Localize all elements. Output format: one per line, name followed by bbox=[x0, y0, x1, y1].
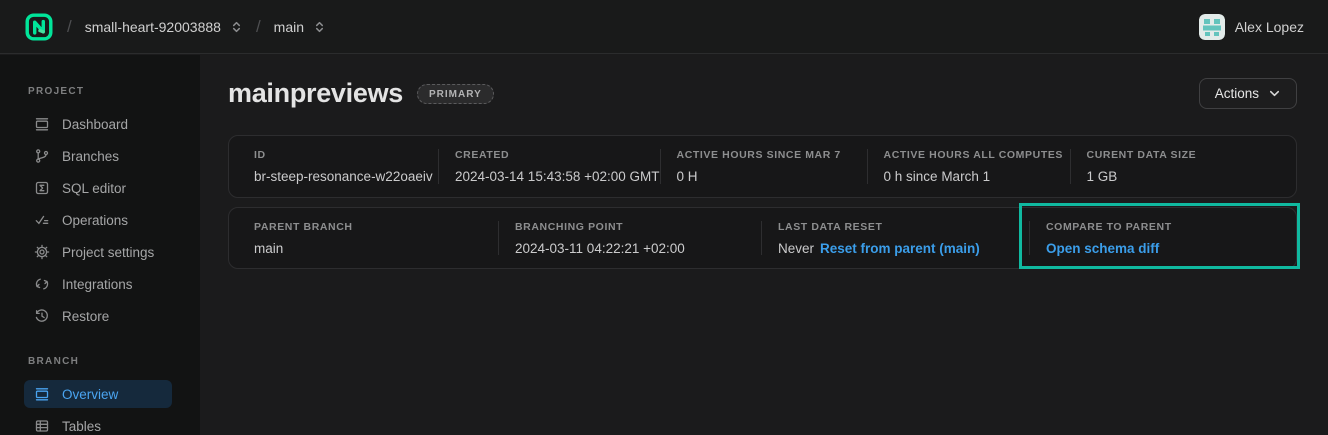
branch-meta-card: ID br-steep-resonance-w22oaeiv CREATED 2… bbox=[228, 135, 1297, 198]
sidebar-item-tables[interactable]: Tables bbox=[24, 412, 172, 435]
field-label: CREATED bbox=[455, 149, 660, 161]
field-value: 2024-03-14 15:43:58 +02:00 GMT bbox=[455, 169, 660, 184]
field-current-data-size: CURENT DATA SIZE 1 GB bbox=[1070, 149, 1296, 184]
project-name: small-heart-92003888 bbox=[85, 19, 221, 35]
breadcrumb-separator: / bbox=[67, 17, 72, 37]
field-active-hours-since: ACTIVE HOURS SINCE MAR 7 0 H bbox=[660, 149, 867, 184]
field-created: CREATED 2024-03-14 15:43:58 +02:00 GMT bbox=[438, 149, 660, 184]
settings-gear-icon bbox=[34, 244, 50, 260]
page-header: mainpreviews PRIMARY Actions bbox=[228, 78, 1297, 109]
sidebar-item-label: Project settings bbox=[62, 245, 154, 260]
sidebar-item-integrations[interactable]: Integrations bbox=[24, 270, 172, 298]
sidebar-section-branch: BRANCH bbox=[28, 356, 200, 367]
page-title: mainpreviews bbox=[228, 78, 403, 109]
field-value: main bbox=[254, 241, 498, 256]
field-id: ID br-steep-resonance-w22oaeiv bbox=[229, 149, 438, 184]
overview-icon bbox=[34, 386, 50, 402]
breadcrumb-branch-selector[interactable]: main bbox=[274, 19, 326, 35]
user-menu[interactable]: Alex Lopez bbox=[1199, 14, 1304, 40]
sidebar-item-overview[interactable]: Overview bbox=[24, 380, 172, 408]
sql-editor-icon bbox=[34, 180, 50, 196]
tables-icon bbox=[34, 418, 50, 434]
neon-logo-icon[interactable] bbox=[24, 12, 54, 42]
actions-button-label: Actions bbox=[1215, 86, 1259, 101]
field-label: PARENT BRANCH bbox=[254, 221, 498, 233]
field-value: 1 GB bbox=[1087, 169, 1296, 184]
branch-parent-card: PARENT BRANCH main BRANCHING POINT 2024-… bbox=[228, 207, 1297, 269]
operations-icon bbox=[34, 212, 50, 228]
sidebar-item-label: Overview bbox=[62, 387, 118, 402]
sidebar-item-operations[interactable]: Operations bbox=[24, 206, 172, 234]
sidebar-item-sql-editor[interactable]: SQL editor bbox=[24, 174, 172, 202]
sidebar-item-restore[interactable]: Restore bbox=[24, 302, 172, 330]
sidebar-item-dashboard[interactable]: Dashboard bbox=[24, 110, 172, 138]
reset-from-parent-link[interactable]: Reset from parent (main) bbox=[820, 241, 980, 256]
field-label: LAST DATA RESET bbox=[778, 221, 1029, 233]
primary-badge: PRIMARY bbox=[417, 84, 494, 104]
sidebar-item-label: Dashboard bbox=[62, 117, 128, 132]
sidebar-item-branches[interactable]: Branches bbox=[24, 142, 172, 170]
restore-clock-icon bbox=[34, 308, 50, 324]
avatar bbox=[1199, 14, 1225, 40]
sidebar-item-project-settings[interactable]: Project settings bbox=[24, 238, 172, 266]
sidebar-item-label: Restore bbox=[62, 309, 109, 324]
branch-name: main bbox=[274, 19, 304, 35]
field-label: ACTIVE HOURS SINCE MAR 7 bbox=[677, 149, 867, 161]
field-label: ID bbox=[254, 149, 438, 161]
sidebar-section-project: PROJECT bbox=[28, 86, 200, 97]
field-last-data-reset: LAST DATA RESET Never Reset from parent (… bbox=[761, 221, 1029, 255]
open-schema-diff-link[interactable]: Open schema diff bbox=[1046, 241, 1159, 256]
topbar: / small-heart-92003888 / main bbox=[0, 0, 1328, 54]
sidebar: PROJECT Dashboard Branches SQL editor bbox=[0, 55, 200, 435]
sidebar-item-label: Integrations bbox=[62, 277, 133, 292]
dashboard-icon bbox=[34, 116, 50, 132]
branches-icon bbox=[34, 148, 50, 164]
chevron-down-icon bbox=[1268, 87, 1281, 100]
field-value: br-steep-resonance-w22oaeiv bbox=[254, 169, 438, 184]
field-compare-to-parent: COMPARE TO PARENT Open schema diff bbox=[1029, 221, 1296, 255]
field-value: 0 H bbox=[677, 169, 867, 184]
field-label: CURENT DATA SIZE bbox=[1087, 149, 1296, 161]
field-value: 0 h since March 1 bbox=[884, 169, 1070, 184]
sidebar-item-label: Tables bbox=[62, 419, 101, 434]
field-label: COMPARE TO PARENT bbox=[1046, 221, 1296, 233]
field-active-hours-all: ACTIVE HOURS ALL COMPUTES 0 h since Marc… bbox=[867, 149, 1070, 184]
sidebar-item-label: Operations bbox=[62, 213, 128, 228]
breadcrumb-project-selector[interactable]: small-heart-92003888 bbox=[85, 19, 243, 35]
field-branching-point: BRANCHING POINT 2024-03-11 04:22:21 +02:… bbox=[498, 221, 761, 255]
user-name: Alex Lopez bbox=[1235, 19, 1304, 35]
field-value: 2024-03-11 04:22:21 +02:00 bbox=[515, 241, 761, 256]
chevron-updown-icon bbox=[230, 20, 243, 34]
sidebar-item-label: Branches bbox=[62, 149, 119, 164]
field-label: ACTIVE HOURS ALL COMPUTES bbox=[884, 149, 1070, 161]
actions-button[interactable]: Actions bbox=[1199, 78, 1297, 109]
sidebar-item-label: SQL editor bbox=[62, 181, 126, 196]
branch-overview-page: mainpreviews PRIMARY Actions ID br-steep… bbox=[200, 55, 1328, 435]
breadcrumb-separator: / bbox=[256, 17, 261, 37]
field-value: Never bbox=[778, 241, 814, 256]
field-parent-branch: PARENT BRANCH main bbox=[229, 221, 498, 255]
integrations-icon bbox=[34, 276, 50, 292]
field-label: BRANCHING POINT bbox=[515, 221, 761, 233]
chevron-updown-icon bbox=[313, 20, 326, 34]
